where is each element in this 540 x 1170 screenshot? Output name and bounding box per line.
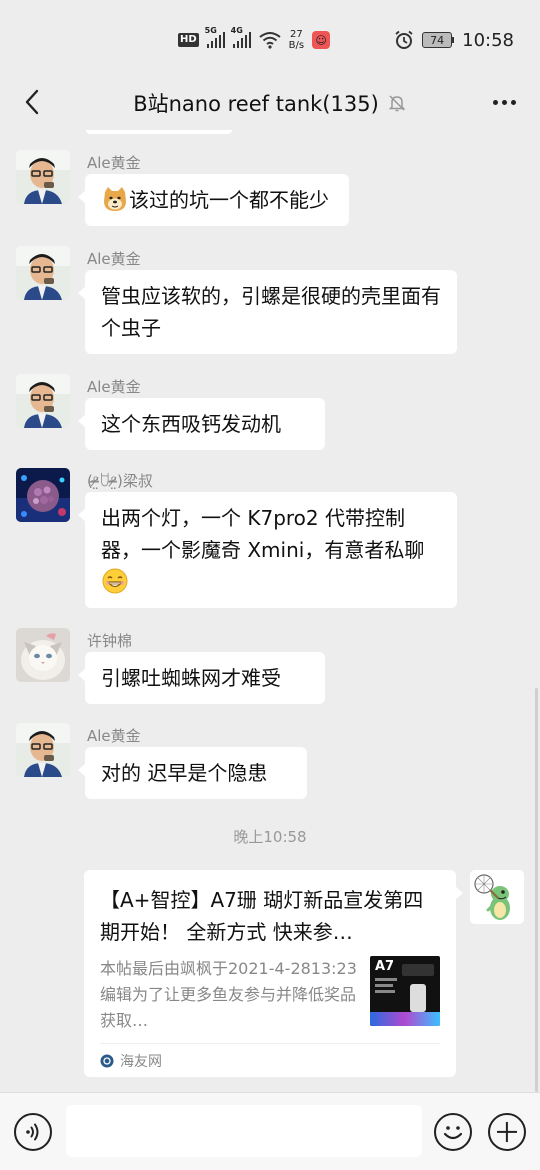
battery-icon: 74	[422, 32, 455, 48]
mini-program-icon	[100, 1054, 114, 1067]
link-card-thumbnail: A7	[370, 956, 440, 1026]
more-dot-icon	[510, 99, 516, 105]
more-dot-icon	[492, 99, 498, 105]
link-card-body: 本帖最后由飒枫于2021-4-2813:23编辑为了让更多鱼友参与并降低奖品获取…	[100, 956, 440, 1034]
chevron-left-icon	[25, 89, 39, 115]
wifi-icon	[259, 32, 281, 49]
clock: 10:58	[462, 29, 514, 51]
link-card-description: 本帖最后由飒枫于2021-4-2813:23编辑为了让更多鱼友参与并降低奖品获取…	[100, 959, 357, 1030]
message-text: 引螺吐蜘蛛网才难受	[101, 666, 281, 690]
message-text: 出两个灯，一个 K7pro2 代带控制器，一个影魔奇 Xmini，有意者私聊	[101, 506, 425, 562]
more-actions-button[interactable]	[488, 1113, 526, 1151]
signal-5g-icon: 5G	[205, 26, 225, 48]
message-bubble[interactable]: 对的 迟早是个隐患	[78, 747, 307, 799]
back-button[interactable]	[14, 84, 50, 120]
message-text: 这个东西吸钙发动机	[101, 412, 281, 436]
net-speed: 27 B/s	[289, 29, 304, 51]
avatar-ale[interactable]	[16, 246, 70, 300]
sender-name: 许钟棉	[87, 632, 133, 650]
message-bubble[interactable]: 该过的坑一个都不能少	[78, 174, 349, 226]
mute-bell-icon	[388, 95, 406, 112]
voice-icon	[26, 1123, 39, 1141]
thumbnail-label: A7	[375, 959, 395, 974]
input-bar	[0, 1092, 540, 1170]
avatar-liangshu[interactable]	[16, 468, 70, 522]
group-title-wrap: B站nano reef tank(135)	[133, 88, 407, 118]
hd-badge: HD	[178, 33, 199, 47]
net-speed-unit: B/s	[288, 40, 305, 51]
status-icons: HD 5G 4G 27 B/s ☺ 74 10:58	[178, 26, 514, 54]
battery-level: 74	[422, 32, 453, 48]
alarm-icon	[395, 30, 413, 49]
sender-name: Ale黄金	[87, 154, 141, 172]
link-card-title: 【A+智控】A7珊 瑚灯新品宣发第四期开始！ 全新方式 快来参…	[100, 888, 424, 944]
message-bubble[interactable]: 出两个灯，一个 K7pro2 代带控制器，一个影魔奇 Xmini，有意者私聊	[78, 492, 457, 608]
signal-4g-icon: 4G	[231, 26, 251, 48]
message-bubble-partial[interactable]	[85, 130, 233, 134]
sender-name: Ale黄金	[87, 250, 141, 268]
voice-input-button[interactable]	[14, 1113, 52, 1151]
message-input[interactable]	[66, 1105, 422, 1157]
scrollbar[interactable]	[535, 688, 538, 1092]
chat-header: B站nano reef tank(135)	[0, 76, 540, 130]
more-options-button[interactable]	[488, 86, 520, 118]
grin-emoji-icon	[102, 568, 128, 594]
avatar-self[interactable]	[470, 870, 524, 924]
message-list[interactable]: Ale黄金 该过的坑一个都不能少 Ale黄金 管虫应该软的，引螺是很硬的壳里面有…	[0, 130, 540, 1090]
avatar-ale[interactable]	[16, 723, 70, 777]
status-bar: HD 5G 4G 27 B/s ☺ 74 10:58	[0, 0, 540, 76]
message-text: 对的 迟早是个隐患	[101, 761, 268, 785]
doge-emoji-icon	[104, 187, 126, 211]
more-dot-icon	[501, 99, 507, 105]
sender-name: Ale黄金	[87, 378, 141, 396]
avatar-ale[interactable]	[16, 150, 70, 204]
message-text: 该过的坑一个都不能少	[129, 188, 329, 212]
message-bubble[interactable]: 管虫应该软的，引螺是很硬的壳里面有个虫子	[78, 270, 457, 354]
link-card-source: 海友网	[100, 1043, 440, 1077]
smiley-icon	[443, 1126, 463, 1140]
link-card[interactable]: 【A+智控】A7珊 瑚灯新品宣发第四期开始！ 全新方式 快来参… 本帖最后由飒枫…	[84, 870, 463, 1077]
link-card-source-name: 海友网	[120, 1053, 162, 1070]
sender-name: Ale黄金	[87, 727, 141, 745]
emoji-button[interactable]	[434, 1113, 472, 1151]
message-text: 管虫应该软的，引螺是很硬的壳里面有个虫子	[101, 284, 441, 340]
avatar-ale[interactable]	[16, 374, 70, 428]
message-timestamp: 晚上10:58	[233, 828, 307, 846]
net-speed-value: 27	[290, 29, 303, 40]
avatar-xuzhongmian[interactable]	[16, 628, 70, 682]
group-title: B站nano reef tank(135)	[133, 92, 379, 116]
sender-name: (ᵒ̴̶̷̤ꇴᵒ̴̶̷̤)梁叔	[87, 472, 153, 490]
message-bubble[interactable]: 引螺吐蜘蛛网才难受	[78, 652, 325, 704]
message-bubble[interactable]: 这个东西吸钙发动机	[78, 398, 325, 450]
app-notification-icon: ☺	[312, 31, 331, 49]
